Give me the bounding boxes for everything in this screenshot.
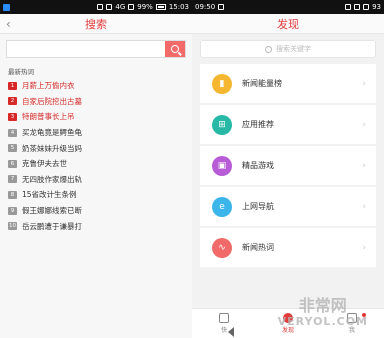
discover-menu: ▮ 新闻能量榜 › ⊞ 应用推荐 › ▣ 精品游戏 › e 上网导航 › ∿ 新闻热词 › [192,64,384,267]
hot-word-item[interactable]: 4 买龙龟竟是鳄鱼龟 [8,125,184,141]
menu-item[interactable]: ▮ 新闻能量榜 › [200,64,376,103]
hot-word-text: 买龙龟竟是鳄鱼龟 [22,128,82,138]
discover-screen: 09:50 93 发现 搜索关键字 ▮ 新闻能量榜 › ⊞ 应用推荐 › ▣ 精品游戏 › e 上网… [192,0,384,338]
discover-search-bar[interactable]: 搜索关键字 [200,40,376,58]
tab-news[interactable]: 快 [192,309,256,338]
rank-badge: 1 [8,81,17,90]
chevron-right-icon: › [362,119,366,130]
menu-item-label: 新闻热词 [242,243,274,252]
battery-icon [155,4,166,10]
location-icon [345,4,352,10]
signal-icon [128,4,135,10]
gamepad-icon: ▣ [212,155,232,176]
hot-word-item[interactable]: 6 克鲁伊夫去世 [8,156,184,172]
hot-word-text: 岳云鹏遭于谦暴打 [22,221,82,231]
hot-word-item[interactable]: 2 自家后院挖出古墓 [8,94,184,110]
page-title: 发现 [277,17,299,31]
back-nav-icon[interactable] [228,327,234,337]
wifi-icon [354,4,361,10]
chevron-right-icon: › [362,201,366,212]
hot-word-text: 克鲁伊夫去世 [22,159,67,169]
menu-item-label: 新闻能量榜 [242,79,282,88]
hot-word-item[interactable]: 5 奶茶妹妹升级当妈 [8,140,184,156]
menu-item[interactable]: ∿ 新闻热词 › [200,228,376,267]
menu-item[interactable]: ⊞ 应用推荐 › [200,105,376,144]
battery-percent: 93 [372,3,381,11]
page-title: 搜索 [85,17,107,31]
hot-word-item[interactable]: 1 月薪上万偷内衣 [8,78,184,94]
hot-word-text: 月薪上万偷内衣 [22,81,75,91]
discover-header: 发现 [192,14,384,34]
search-bar [6,40,186,58]
hot-word-item[interactable]: 3 特朗普事长上吊 [8,109,184,125]
status-bar: 09:50 93 [192,0,384,14]
back-arrow-icon[interactable]: ‹ [6,17,11,31]
app-notification-icon [3,3,10,11]
network-type: 4G [115,3,126,11]
rank-badge: 9 [8,206,17,215]
search-icon [171,45,179,53]
search-header: ‹ 搜索 [0,14,192,34]
chevron-right-icon: › [362,78,366,89]
chevron-right-icon: › [362,160,366,171]
apps-grid-icon: ⊞ [212,114,232,135]
rank-badge: 8 [8,190,17,199]
search-input[interactable] [7,41,165,57]
watermark: 非常网 VERYOL.COM [278,298,368,330]
hot-word-text: 假王娜娜线索已断 [22,206,82,216]
hot-word-text: 特朗普事长上吊 [22,112,75,122]
bar-chart-icon: ▮ [212,73,232,94]
rank-badge: 4 [8,128,17,137]
search-button[interactable] [165,41,185,57]
watermark-line1: 非常网 [298,296,347,315]
battery-percent: 99% [137,3,153,11]
status-time: 09:50 [195,3,216,11]
news-icon [219,313,229,323]
search-placeholder: 搜索关键字 [276,45,311,53]
menu-item[interactable]: ▣ 精品游戏 › [200,146,376,185]
hot-word-text: 无四肢作家爆出轨 [22,174,82,184]
chevron-right-icon: › [362,242,366,253]
status-time: 15:03 [168,3,189,11]
menu-item-label: 上网导航 [242,202,274,211]
hot-word-item[interactable]: 9 假王娜娜线索已断 [8,203,184,219]
tab-label: 快 [220,327,227,334]
menu-item-label: 应用推荐 [242,120,274,129]
image-icon [218,4,225,10]
watermark-line2: VERYOL.COM [277,315,368,328]
hot-word-item[interactable]: 7 无四肢作家爆出轨 [8,172,184,188]
hot-word-text: 自家后院挖出古墓 [22,96,82,106]
search-screen: 4G 99% 15:03 ‹ 搜索 最新热词 1 月薪上万偷内衣 2 自家后院挖出古墓… [0,0,192,338]
rank-badge: 7 [8,175,17,184]
rank-badge: 3 [8,112,17,121]
rank-badge: 6 [8,159,17,168]
signal-icon [363,4,370,10]
hot-words-list: 1 月薪上万偷内衣 2 自家后院挖出古墓 3 特朗普事长上吊 4 买龙龟竟是鳄鱼龟 5 奶茶妹妹升… [0,78,192,234]
vibrate-icon [106,4,113,10]
trend-line-icon: ∿ [212,237,232,258]
hot-word-item[interactable]: 10 岳云鹏遭于谦暴打 [8,218,184,234]
menu-item-label: 精品游戏 [242,161,274,170]
section-title-hot-words: 最新热词 [8,68,34,76]
browser-e-icon: e [212,196,232,217]
rank-badge: 10 [8,222,17,231]
hot-word-item[interactable]: 8 15省改计生条例 [8,187,184,203]
rank-badge: 5 [8,144,17,153]
hot-word-text: 奶茶妹妹升级当妈 [22,143,82,153]
status-bar: 4G 99% 15:03 [0,0,192,14]
rank-badge: 2 [8,97,17,106]
hot-word-text: 15省改计生条例 [22,190,77,200]
search-icon [265,45,272,53]
menu-item[interactable]: e 上网导航 › [200,187,376,226]
alarm-icon [97,4,104,10]
